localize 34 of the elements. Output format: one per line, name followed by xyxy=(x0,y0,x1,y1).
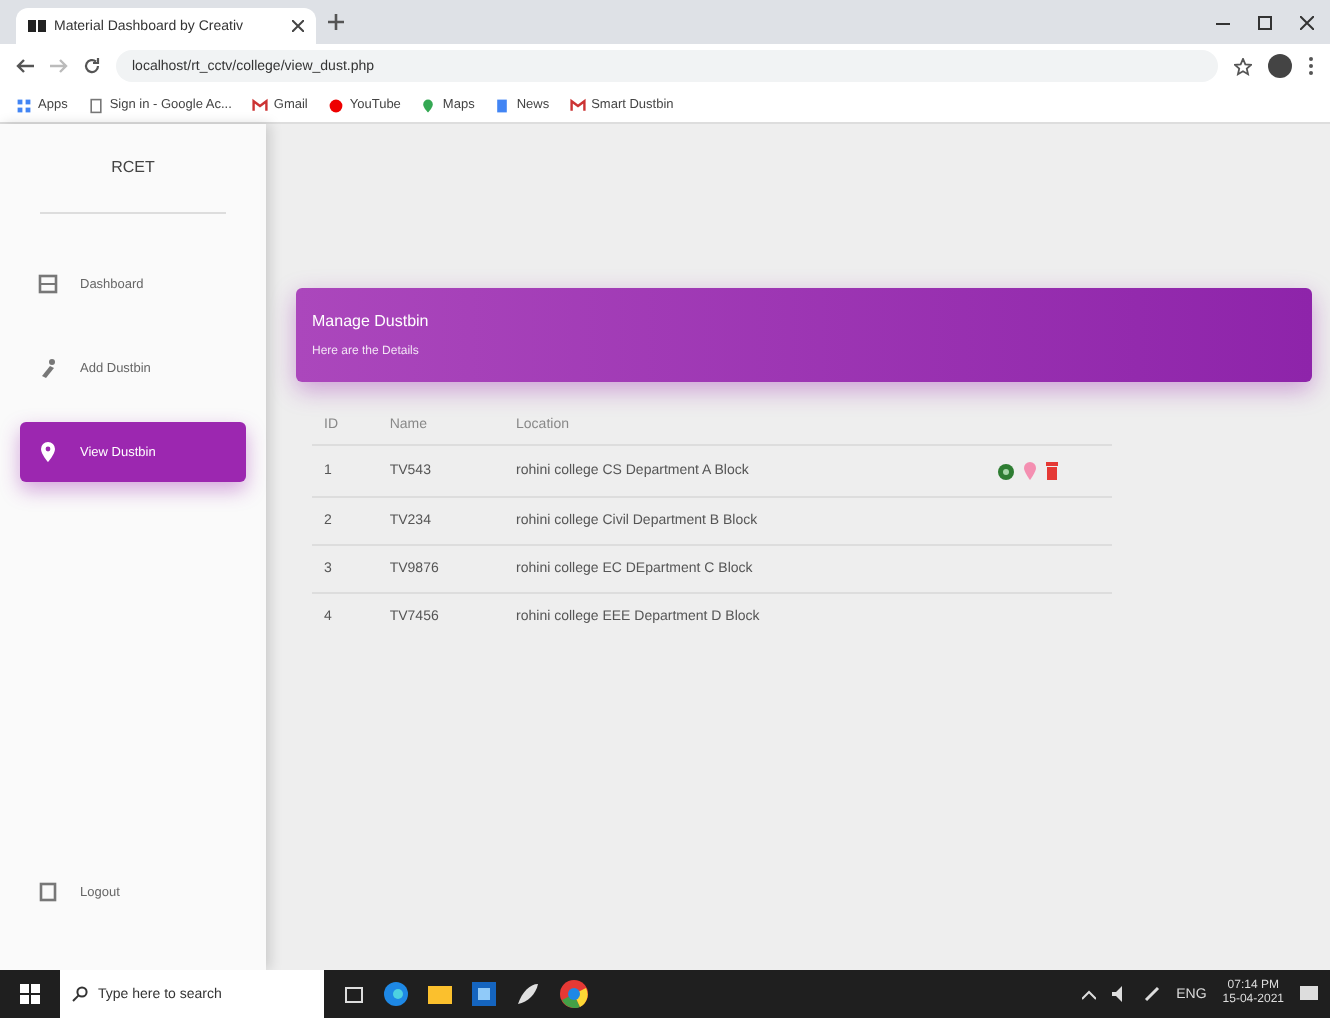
back-icon[interactable] xyxy=(16,58,34,74)
card-title: Manage Dustbin xyxy=(312,312,431,330)
location-pin-icon xyxy=(36,440,60,464)
chrome-icon[interactable] xyxy=(560,980,588,1008)
folder-icon[interactable] xyxy=(428,984,452,1004)
star-icon[interactable] xyxy=(1234,57,1252,75)
task-view-icon[interactable] xyxy=(344,985,364,1003)
windows-start-icon[interactable] xyxy=(20,984,40,1004)
close-icon[interactable] xyxy=(292,20,304,32)
logout-icon xyxy=(36,880,60,904)
chevron-up-icon[interactable] xyxy=(1082,989,1097,999)
edge-icon[interactable] xyxy=(384,982,408,1006)
bookmark-icon xyxy=(569,97,586,113)
bookmark-icon xyxy=(87,97,104,113)
bookmark-icon xyxy=(494,97,511,113)
maximize-icon[interactable] xyxy=(1258,15,1272,29)
delete-icon[interactable] xyxy=(1046,462,1059,480)
tab-logo-icon xyxy=(28,20,46,32)
bookmark-icon xyxy=(16,97,32,113)
bookmark-icon xyxy=(327,97,344,113)
brand-title: RCET xyxy=(40,124,226,214)
new-tab-icon[interactable] xyxy=(328,14,344,30)
word-icon[interactable] xyxy=(472,982,496,1006)
search-icon xyxy=(72,986,88,1002)
bookmark-icon xyxy=(251,97,268,113)
pen-icon xyxy=(36,356,60,380)
avatar-icon[interactable] xyxy=(1268,54,1292,78)
dashboard-icon xyxy=(36,272,60,296)
notification-icon[interactable] xyxy=(1300,985,1318,1003)
reload-icon[interactable] xyxy=(84,58,100,74)
more-icon[interactable] xyxy=(1308,56,1314,76)
feather-icon[interactable] xyxy=(516,982,540,1006)
bookmark-icon xyxy=(420,97,437,113)
close-icon[interactable] xyxy=(1300,15,1314,29)
